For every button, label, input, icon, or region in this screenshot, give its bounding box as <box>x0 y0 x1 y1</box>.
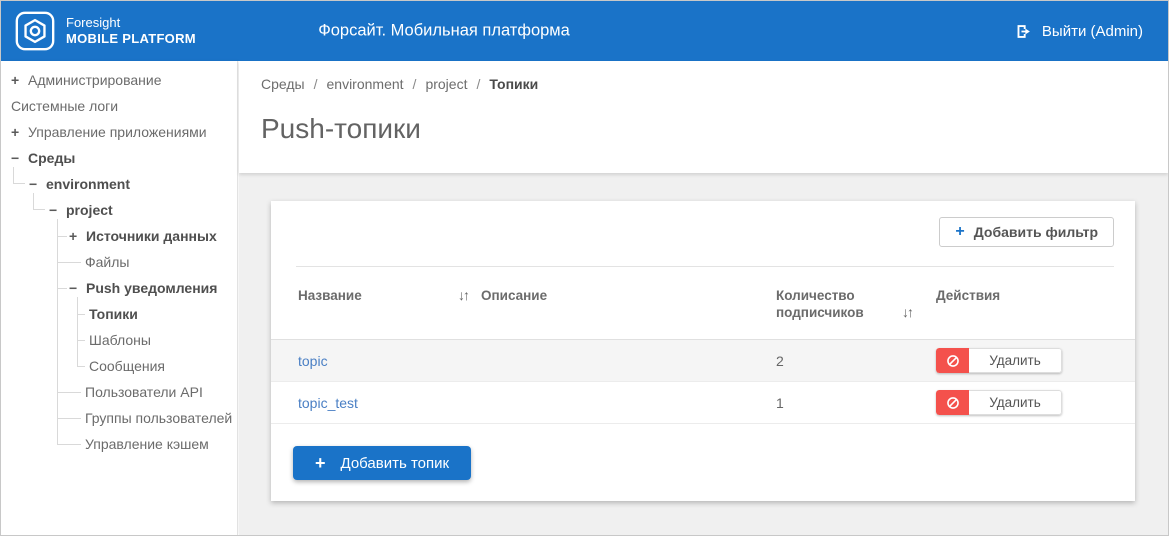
topics-card: + Добавить фильтр Название ↓↑ Описание К… <box>271 201 1135 501</box>
collapse-minus-icon[interactable]: − <box>11 150 28 166</box>
cell-actions: Удалить <box>936 390 1115 415</box>
sidebar-item-label: Администрирование <box>28 72 162 88</box>
sidebar-item-system-logs[interactable]: Системные логи <box>1 93 237 119</box>
table-header-row: Название ↓↑ Описание Количество подписчи… <box>271 267 1135 340</box>
cell-name: topic_test <box>298 395 468 411</box>
delete-button[interactable]: Удалить <box>936 348 1062 373</box>
brand-subtitle: MOBILE PLATFORM <box>66 31 196 47</box>
sidebar-item-label: Источники данных <box>86 228 217 244</box>
breadcrumb-separator: / <box>413 76 417 92</box>
breadcrumb-environment[interactable]: environment <box>327 76 404 92</box>
sidebar-item-label: Управление приложениями <box>28 124 207 140</box>
logout-icon <box>1015 23 1032 40</box>
sidebar-item-label: Push уведомления <box>86 280 217 296</box>
sidebar-item-messages[interactable]: Сообщения <box>1 353 237 379</box>
table-row: topic 2 Удалить <box>271 340 1135 382</box>
add-topic-label: Добавить топик <box>341 455 450 472</box>
app-logo[interactable]: Foresight MOBILE PLATFORM <box>1 11 196 51</box>
breadcrumb-project[interactable]: project <box>425 76 467 92</box>
column-label: Описание <box>481 288 547 303</box>
sidebar-item-environments[interactable]: − Среды <box>1 145 237 171</box>
topic-link[interactable]: topic <box>298 353 328 369</box>
sidebar-tree: + Администрирование Системные логи + Упр… <box>1 61 237 457</box>
sidebar-item-api-users[interactable]: Пользователи API <box>1 379 237 405</box>
sidebar-item-data-sources[interactable]: + Источники данных <box>1 223 237 249</box>
sort-icon-subscribers[interactable]: ↓↑ <box>902 304 912 321</box>
plus-icon: + <box>315 454 326 472</box>
cell-actions: Удалить <box>936 348 1115 373</box>
sidebar-item-label: environment <box>46 176 130 192</box>
sidebar-item-label: Управление кэшем <box>85 436 209 452</box>
topic-link[interactable]: topic_test <box>298 395 358 411</box>
collapse-minus-icon[interactable]: − <box>69 280 86 296</box>
sidebar-item-cache-management[interactable]: Управление кэшем <box>1 431 237 457</box>
cell-subscribers: 2 <box>776 353 936 369</box>
sidebar-item-label: Системные логи <box>11 98 118 114</box>
column-header-actions: Действия <box>936 287 1115 304</box>
sidebar-item-label: Группы пользователей <box>85 410 232 426</box>
collapse-minus-icon[interactable]: − <box>49 202 66 218</box>
column-header-subscribers: Количество подписчиков ↓↑ <box>776 287 936 321</box>
add-filter-label: Добавить фильтр <box>974 224 1098 240</box>
collapse-minus-icon[interactable]: − <box>29 176 46 192</box>
breadcrumb: Среды / environment / project / Топики <box>261 76 1168 92</box>
sidebar-item-app-management[interactable]: + Управление приложениями <box>1 119 237 145</box>
sidebar-item-files[interactable]: Файлы <box>1 249 237 275</box>
add-topic-button[interactable]: + Добавить топик <box>293 446 471 480</box>
column-label: Действия <box>936 288 1000 303</box>
brand-name: Foresight <box>66 15 196 31</box>
sidebar-item-label: project <box>66 202 113 218</box>
cell-subscribers: 1 <box>776 395 936 411</box>
app-title: Форсайт. Мобильная платформа <box>318 22 570 41</box>
block-icon <box>936 348 969 373</box>
add-filter-button[interactable]: + Добавить фильтр <box>939 217 1114 247</box>
breadcrumb-topics-current: Топики <box>489 76 538 92</box>
expand-plus-icon[interactable]: + <box>11 124 28 140</box>
block-icon <box>936 390 969 415</box>
plus-icon: + <box>955 224 964 240</box>
sort-icon-name[interactable]: ↓↑ <box>458 287 468 304</box>
logout-label: Выйти (Admin) <box>1042 23 1143 40</box>
column-header-name: Название ↓↑ <box>298 287 468 304</box>
page-title: Push-топики <box>261 113 1168 145</box>
sidebar-item-push-notifications[interactable]: − Push уведомления <box>1 275 237 301</box>
breadcrumb-separator: / <box>314 76 318 92</box>
filter-row: + Добавить фильтр <box>271 201 1135 247</box>
expand-plus-icon[interactable]: + <box>11 72 28 88</box>
column-header-description: Описание <box>481 287 776 304</box>
sidebar-item-label: Файлы <box>85 254 129 270</box>
sidebar-item-label: Среды <box>28 150 75 166</box>
sidebar-item-label: Шаблоны <box>89 332 151 348</box>
sidebar-item-topics[interactable]: Топики <box>1 301 237 327</box>
delete-button-label: Удалить <box>969 348 1062 373</box>
logout-button[interactable]: Выйти (Admin) <box>1015 1 1143 61</box>
page-header: Среды / environment / project / Топики P… <box>239 61 1168 173</box>
table-row: topic_test 1 Удалить <box>271 382 1135 424</box>
sidebar-item-label: Сообщения <box>89 358 165 374</box>
sidebar-nav: + Администрирование Системные логи + Упр… <box>1 61 238 535</box>
brand-text: Foresight MOBILE PLATFORM <box>66 15 196 47</box>
main-content: Среды / environment / project / Топики P… <box>239 61 1168 535</box>
sidebar-item-administration[interactable]: + Администрирование <box>1 67 237 93</box>
expand-plus-icon[interactable]: + <box>69 228 86 244</box>
breadcrumb-separator: / <box>476 76 480 92</box>
foresight-logo-icon <box>15 11 55 51</box>
sidebar-item-project[interactable]: − project <box>1 197 237 223</box>
app-header: Foresight MOBILE PLATFORM Форсайт. Мобил… <box>1 1 1168 61</box>
sidebar-item-environment[interactable]: − environment <box>1 171 237 197</box>
breadcrumb-environments[interactable]: Среды <box>261 76 305 92</box>
app-window: Foresight MOBILE PLATFORM Форсайт. Мобил… <box>0 0 1169 536</box>
column-label: Количество подписчиков <box>776 287 880 321</box>
sidebar-item-templates[interactable]: Шаблоны <box>1 327 237 353</box>
cell-name: topic <box>298 353 468 369</box>
delete-button[interactable]: Удалить <box>936 390 1062 415</box>
sidebar-item-label: Топики <box>89 306 138 322</box>
delete-button-label: Удалить <box>969 390 1062 415</box>
sidebar-item-label: Пользователи API <box>85 384 203 400</box>
column-label: Название <box>298 287 362 304</box>
sidebar-item-user-groups[interactable]: Группы пользователей <box>1 405 237 431</box>
